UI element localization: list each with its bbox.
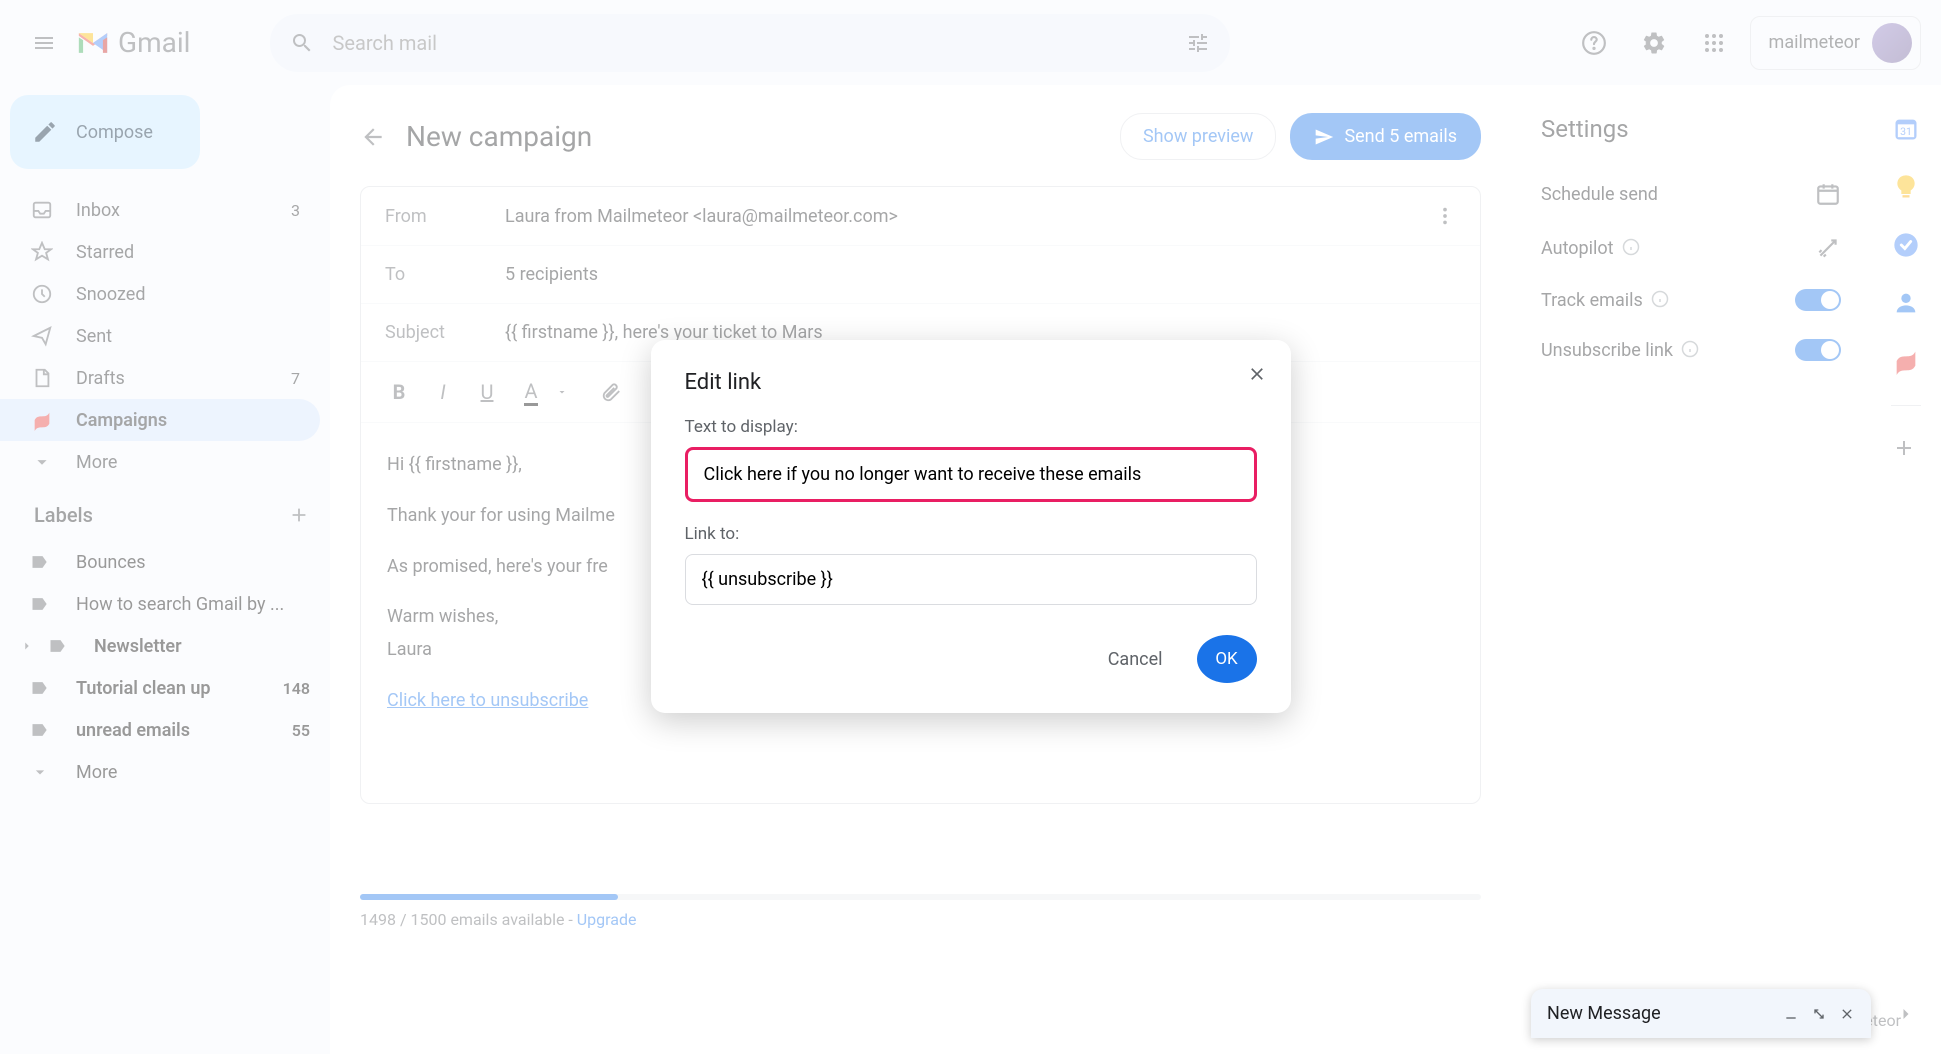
link-to-label: Link to: <box>685 524 1257 544</box>
expand-icon <box>1811 1006 1827 1022</box>
new-message-bar[interactable]: New Message <box>1531 989 1871 1038</box>
link-to-input[interactable] <box>685 554 1257 605</box>
expand-button[interactable] <box>1811 1006 1827 1022</box>
close-icon <box>1839 1006 1855 1022</box>
minimize-button[interactable] <box>1783 1006 1799 1022</box>
modal-overlay: Edit link Text to display: Link to: Canc… <box>0 0 1941 1054</box>
modal-title: Edit link <box>685 370 1257 395</box>
edit-link-modal: Edit link Text to display: Link to: Canc… <box>651 340 1291 713</box>
text-display-label: Text to display: <box>685 417 1257 437</box>
ok-button[interactable]: OK <box>1197 635 1257 683</box>
close-icon <box>1247 364 1267 384</box>
modal-actions: Cancel OK <box>685 635 1257 683</box>
new-message-controls <box>1783 1006 1855 1022</box>
new-message-title: New Message <box>1547 1003 1783 1024</box>
minimize-icon <box>1783 1006 1799 1022</box>
modal-close-button[interactable] <box>1247 364 1267 384</box>
text-display-input[interactable] <box>685 447 1257 502</box>
cancel-button[interactable]: Cancel <box>1094 635 1177 683</box>
close-button[interactable] <box>1839 1006 1855 1022</box>
